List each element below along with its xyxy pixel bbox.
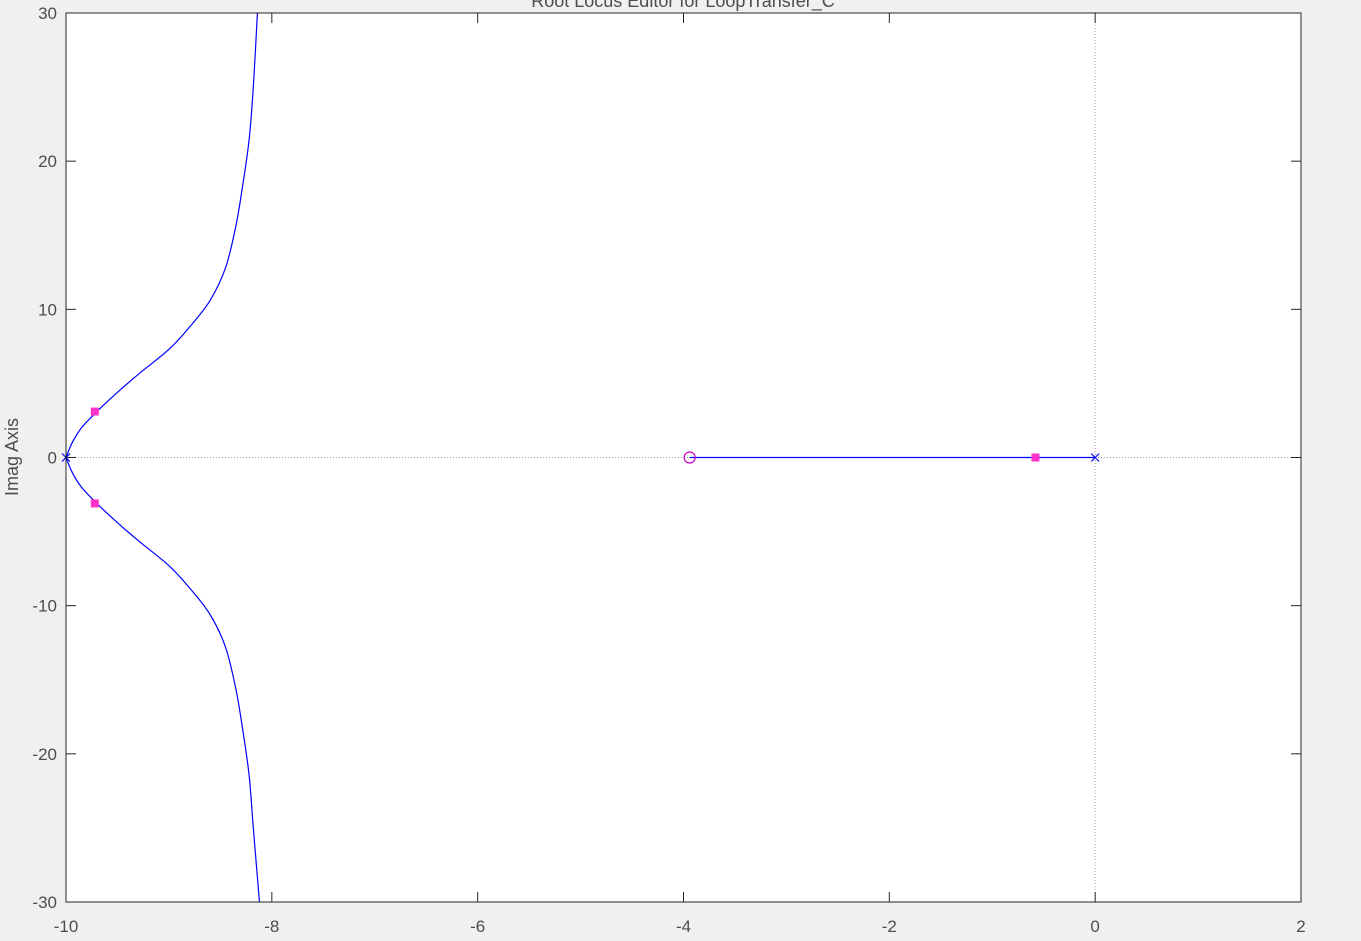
y-tick-label: -30 bbox=[32, 893, 57, 912]
x-tick-label: -8 bbox=[264, 917, 279, 936]
root-locus-chart: -10 -8 -6 -4 -2 0 2 -30 -20 -10 0 10 20 30 Root Locus… bbox=[0, 0, 1361, 941]
x-tick-label: -6 bbox=[470, 917, 485, 936]
y-tick-label: -10 bbox=[32, 597, 57, 616]
chart-svg: -10 -8 -6 -4 -2 0 2-30-20-100102030 Root Locus… bbox=[2, 0, 1306, 936]
y-tick-label: 0 bbox=[48, 449, 57, 468]
x-tick-label: 2 bbox=[1296, 917, 1305, 936]
closed-loop-pole-2[interactable] bbox=[1031, 453, 1040, 462]
plot-area[interactable] bbox=[66, 13, 1301, 902]
closed-loop-pole-0[interactable] bbox=[90, 407, 99, 416]
x-tick-label: 0 bbox=[1090, 917, 1099, 936]
chart-title: Root Locus Editor for LoopTransfer_C bbox=[531, 0, 835, 12]
x-tick-label: -4 bbox=[676, 917, 691, 936]
x-tick-label: -2 bbox=[882, 917, 897, 936]
y-tick-label: -20 bbox=[32, 745, 57, 764]
y-tick-label: 30 bbox=[38, 4, 57, 23]
y-axis-label: Imag Axis bbox=[2, 418, 22, 496]
y-tick-label: 20 bbox=[38, 152, 57, 171]
y-tick-label: 10 bbox=[38, 300, 57, 319]
x-tick-label: -10 bbox=[54, 917, 79, 936]
closed-loop-pole-1[interactable] bbox=[90, 499, 99, 508]
